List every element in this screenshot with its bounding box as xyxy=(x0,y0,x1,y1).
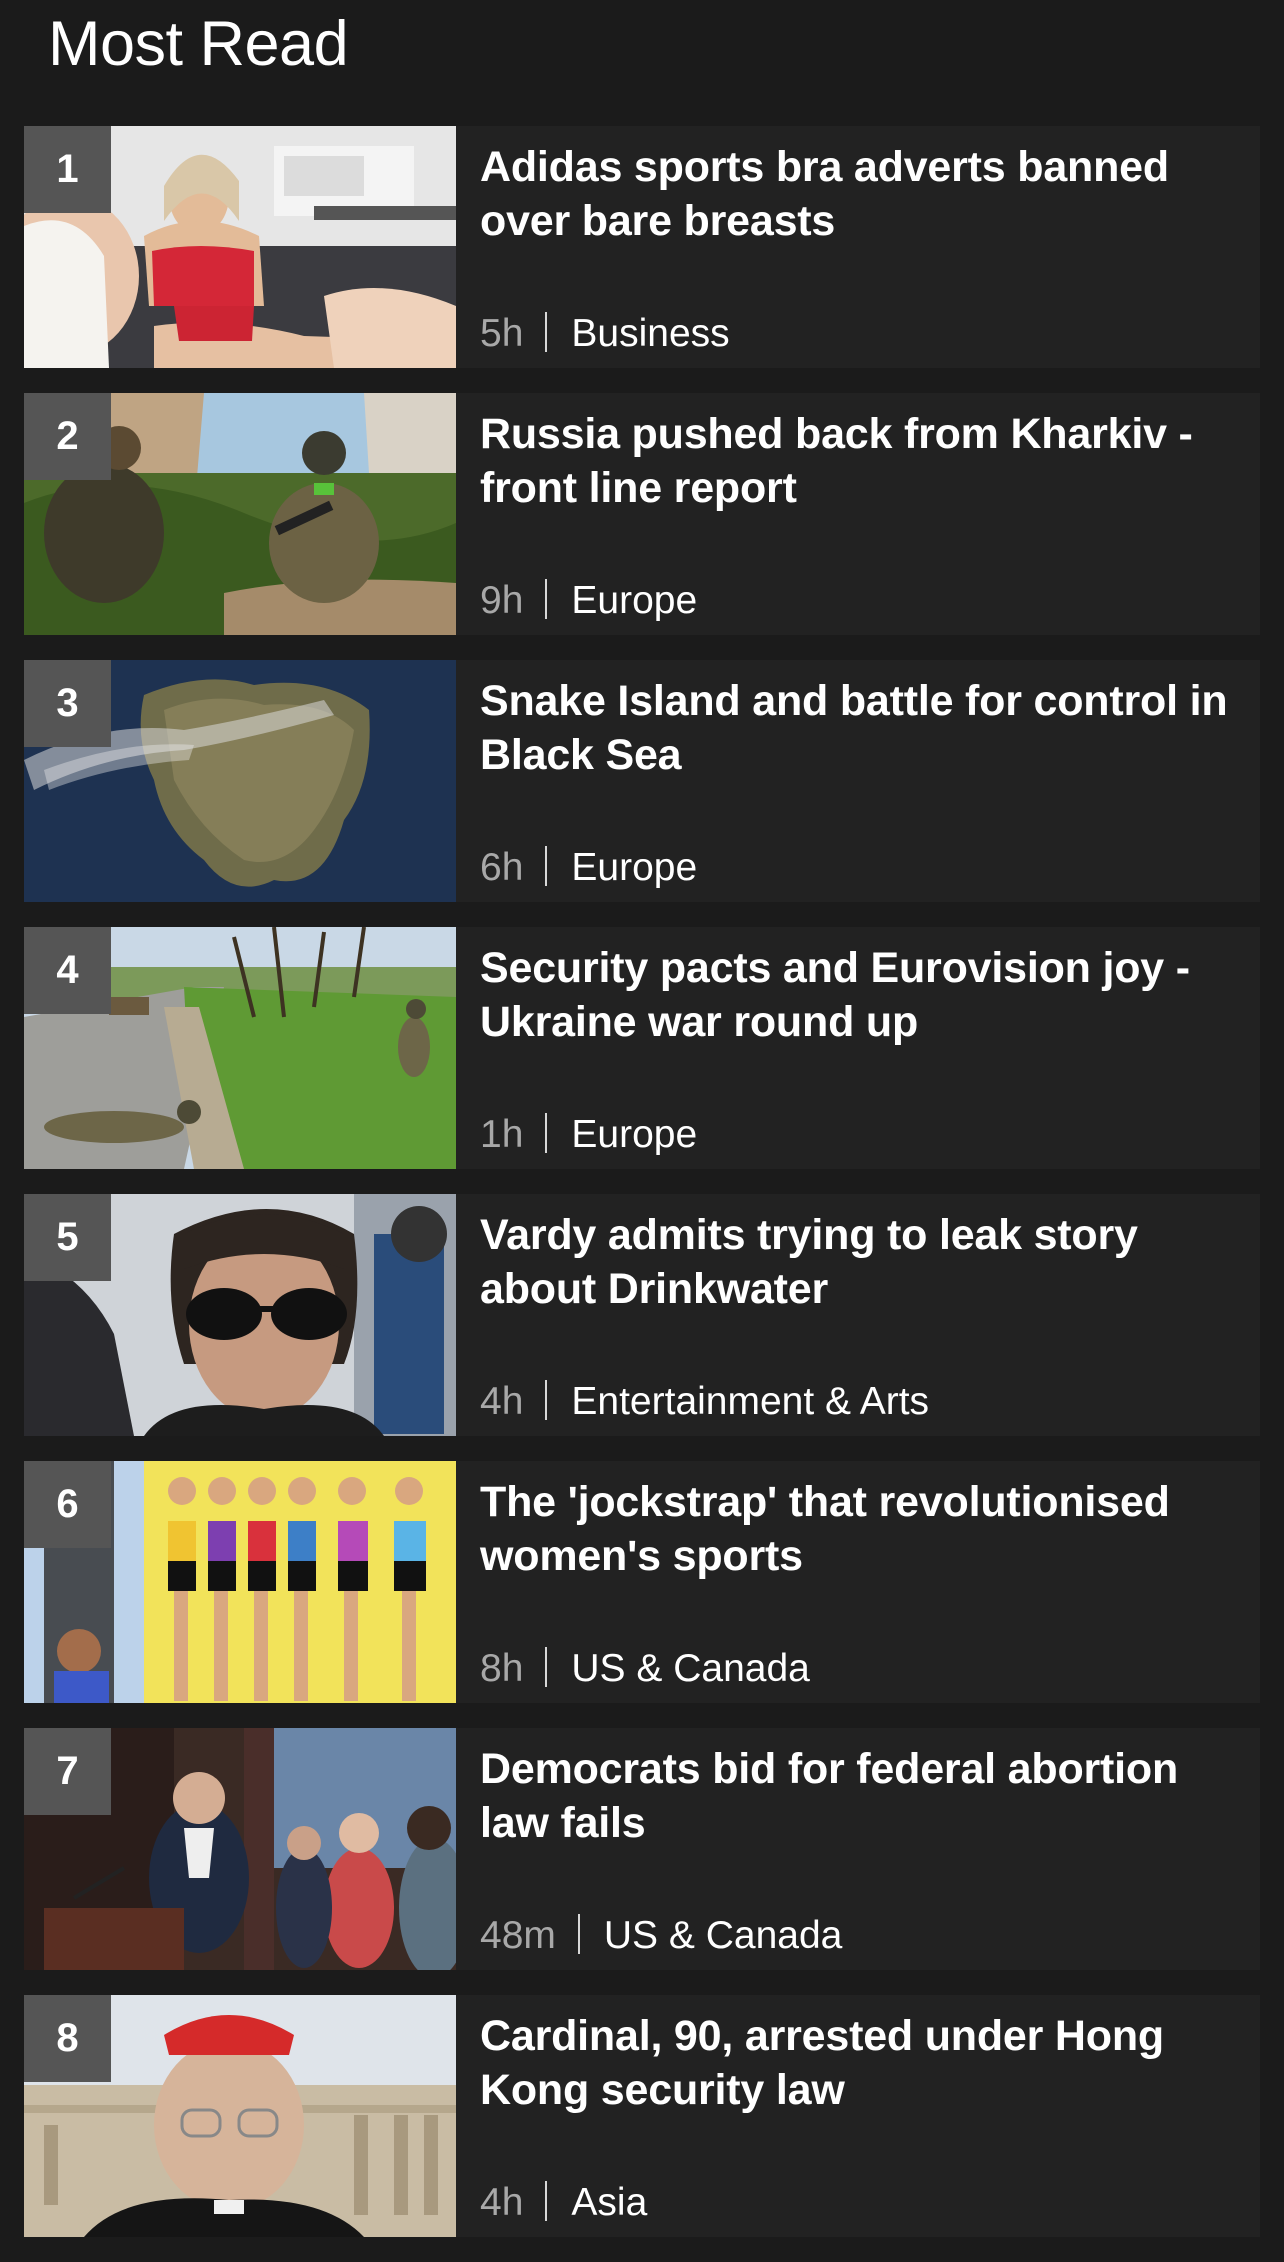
timestamp: 6h xyxy=(480,846,524,889)
category-link[interactable]: US & Canada xyxy=(571,1647,809,1690)
thumbnail-image[interactable]: 1 xyxy=(24,126,456,368)
thumbnail-image[interactable]: 7 xyxy=(24,1728,456,1970)
item-meta: 9h Europe xyxy=(480,577,697,625)
headline-link[interactable]: Vardy admits trying to leak story about … xyxy=(480,1208,1240,1316)
timestamp: 4h xyxy=(480,2181,524,2224)
timestamp: 8h xyxy=(480,1647,524,1690)
headline-link[interactable]: Russia pushed back from Kharkiv - front … xyxy=(480,407,1240,515)
thumbnail-image[interactable]: 3 xyxy=(24,660,456,902)
most-read-section: Most Read 1 Adidas sports bra adverts ba… xyxy=(0,0,1284,2256)
list-item[interactable]: 7 Democrats bid for federal abortion law… xyxy=(24,1728,1260,1970)
item-meta: 5h Business xyxy=(480,310,730,358)
meta-divider xyxy=(545,846,548,886)
thumbnail-image[interactable]: 8 xyxy=(24,1995,456,2237)
item-meta: 4h Entertainment & Arts xyxy=(480,1378,929,1426)
headline-link[interactable]: Cardinal, 90, arrested under Hong Kong s… xyxy=(480,2009,1240,2117)
section-title: Most Read xyxy=(48,9,349,79)
timestamp: 48m xyxy=(480,1914,556,1957)
rank-badge: 7 xyxy=(24,1728,111,1815)
headline-link[interactable]: The 'jockstrap' that revolutionised wome… xyxy=(480,1475,1240,1583)
meta-divider xyxy=(545,579,548,619)
thumbnail-image[interactable]: 6 xyxy=(24,1461,456,1703)
category-link[interactable]: Asia xyxy=(571,2181,647,2224)
list-item[interactable]: 6 The 'jockstrap' that revolutionised wo… xyxy=(24,1461,1260,1703)
rank-badge: 4 xyxy=(24,927,111,1014)
rank-badge: 6 xyxy=(24,1461,111,1548)
timestamp: 5h xyxy=(480,312,524,355)
list-item[interactable]: 5 Vardy admits trying to leak story abou… xyxy=(24,1194,1260,1436)
item-meta: 6h Europe xyxy=(480,844,697,892)
rank-badge: 3 xyxy=(24,660,111,747)
timestamp: 9h xyxy=(480,579,524,622)
rank-badge: 2 xyxy=(24,393,111,480)
meta-divider xyxy=(577,1914,580,1954)
meta-divider xyxy=(545,1647,548,1687)
list-item[interactable]: 3 Snake Island and battle for control in… xyxy=(24,660,1260,902)
meta-divider xyxy=(545,1113,548,1153)
most-read-list: 1 Adidas sports bra adverts banned over … xyxy=(24,126,1260,2262)
rank-badge: 5 xyxy=(24,1194,111,1281)
list-item[interactable]: 4 Security pacts and Eurovision joy - Uk… xyxy=(24,927,1260,1169)
timestamp: 1h xyxy=(480,1113,524,1156)
thumbnail-image[interactable]: 2 xyxy=(24,393,456,635)
headline-link[interactable]: Democrats bid for federal abortion law f… xyxy=(480,1742,1240,1850)
category-link[interactable]: Europe xyxy=(571,1113,697,1156)
category-link[interactable]: US & Canada xyxy=(604,1914,842,1957)
thumbnail-image[interactable]: 5 xyxy=(24,1194,456,1436)
list-item[interactable]: 8 Cardinal, 90, arrested under Hong Kong… xyxy=(24,1995,1260,2237)
thumbnail-image[interactable]: 4 xyxy=(24,927,456,1169)
category-link[interactable]: Business xyxy=(571,312,729,355)
rank-badge: 1 xyxy=(24,126,111,213)
rank-badge: 8 xyxy=(24,1995,111,2082)
item-meta: 4h Asia xyxy=(480,2179,647,2227)
category-link[interactable]: Entertainment & Arts xyxy=(571,1380,929,1423)
meta-divider xyxy=(545,2181,548,2221)
headline-link[interactable]: Security pacts and Eurovision joy - Ukra… xyxy=(480,941,1240,1049)
category-link[interactable]: Europe xyxy=(571,579,697,622)
item-meta: 8h US & Canada xyxy=(480,1645,810,1693)
headline-link[interactable]: Adidas sports bra adverts banned over ba… xyxy=(480,140,1240,248)
meta-divider xyxy=(545,1380,548,1420)
timestamp: 4h xyxy=(480,1380,524,1423)
list-item[interactable]: 1 Adidas sports bra adverts banned over … xyxy=(24,126,1260,368)
meta-divider xyxy=(545,312,548,352)
category-link[interactable]: Europe xyxy=(571,846,697,889)
item-meta: 1h Europe xyxy=(480,1111,697,1159)
item-meta: 48m US & Canada xyxy=(480,1912,842,1960)
headline-link[interactable]: Snake Island and battle for control in B… xyxy=(480,674,1240,782)
list-item[interactable]: 2 Russia pushed back from Kharkiv - fron… xyxy=(24,393,1260,635)
